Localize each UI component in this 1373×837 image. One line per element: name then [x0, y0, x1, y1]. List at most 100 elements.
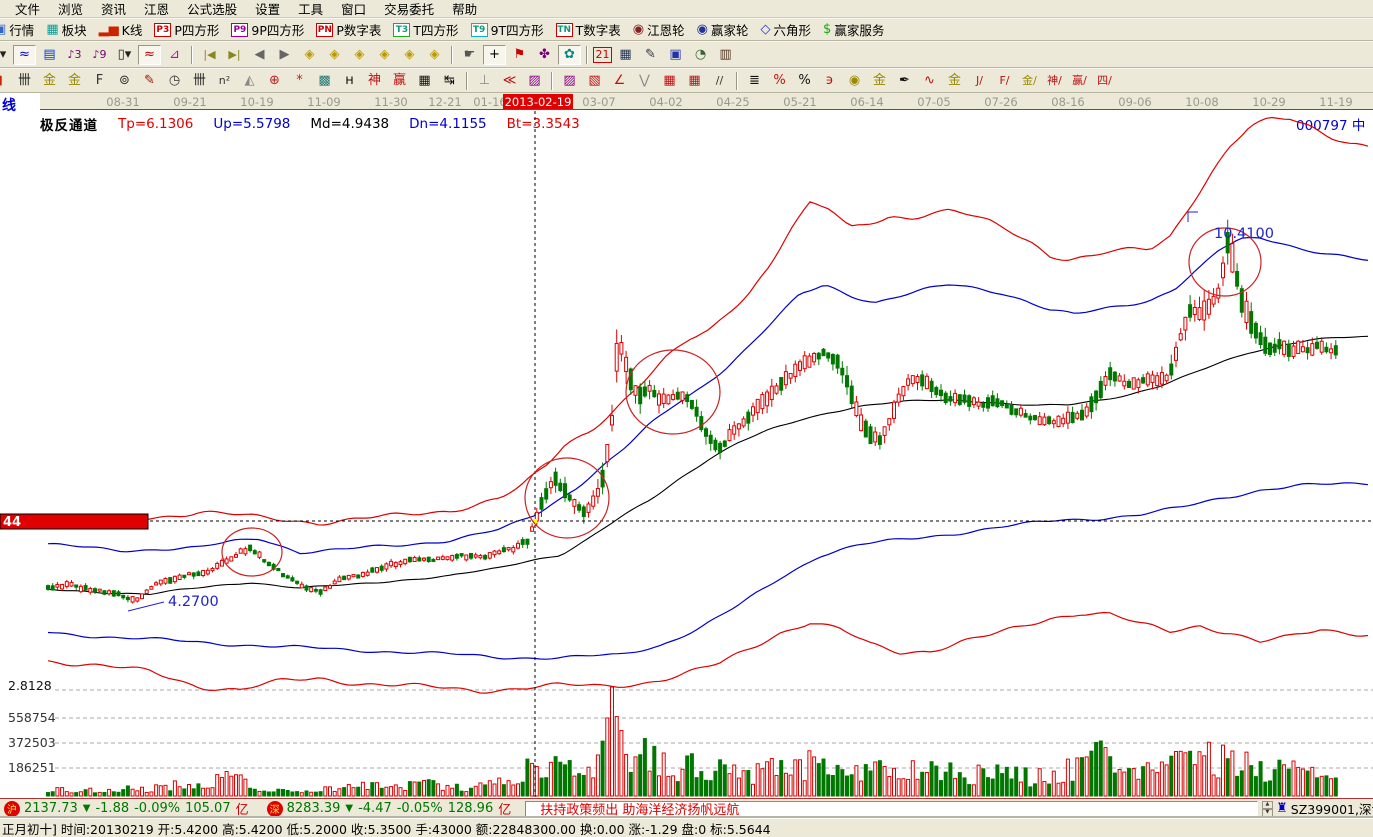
gann-seal-icon[interactable]: ✤: [533, 45, 556, 65]
gann-zigzag-icon[interactable]: ≈: [138, 45, 161, 65]
menu-item-浏览[interactable]: 浏览: [49, 0, 92, 18]
last-page-icon[interactable]: ▶|: [223, 45, 246, 65]
chart-style-dropdown-icon[interactable]: ▮▾: [0, 45, 11, 65]
toolbutton-hexagon[interactable]: ◇六角形: [755, 20, 818, 39]
save-disk-icon[interactable]: ▣: [664, 45, 687, 65]
menu-item-窗口[interactable]: 窗口: [332, 0, 375, 18]
diamond-right-icon[interactable]: ◈: [323, 45, 346, 65]
ying-gauge-icon[interactable]: 赢: [388, 71, 411, 91]
toolbutton-p-table[interactable]: PNP数字表: [310, 20, 387, 39]
first-page-icon[interactable]: |◀: [198, 45, 221, 65]
hand-drag-icon[interactable]: ☛: [458, 45, 481, 65]
diamond-center-icon[interactable]: ◈: [373, 45, 396, 65]
angle-rays-icon[interactable]: ∠: [608, 71, 631, 91]
percent-icon[interactable]: %: [793, 71, 816, 91]
percent-strike-icon[interactable]: %: [768, 71, 791, 91]
toolbutton-p-square[interactable]: P3P四方形: [148, 20, 225, 39]
wave-box-icon[interactable]: ∿: [918, 71, 941, 91]
spiral-tool-icon[interactable]: ⊚: [113, 71, 136, 91]
cycle-gauge-icon[interactable]: ◷: [163, 71, 186, 91]
trend-zigzag-icon[interactable]: ≈: [13, 45, 36, 65]
matrix-calc-icon[interactable]: ▦: [614, 45, 637, 65]
web-box-icon[interactable]: ▩: [313, 71, 336, 91]
next-page-icon[interactable]: ▶: [273, 45, 296, 65]
marker-pen-icon[interactable]: ✎: [138, 71, 161, 91]
shen-gauge-icon[interactable]: 神: [363, 71, 386, 91]
percent-bar-icon[interactable]: ϶: [818, 71, 841, 91]
width-marker-icon[interactable]: ↹: [438, 71, 461, 91]
gold-level-icon[interactable]: 金: [868, 71, 891, 91]
circle-cross-icon[interactable]: ⊕: [263, 71, 286, 91]
ink-marker-icon[interactable]: ✒: [893, 71, 916, 91]
menu-item-交易委托[interactable]: 交易委托: [375, 0, 443, 18]
ray-fan-icon[interactable]: ≪: [498, 71, 521, 91]
v-dots-icon[interactable]: ⋁: [633, 71, 656, 91]
shenzhen-index-quote[interactable]: 8283.39 ▼ -4.47 -0.05% 128.96亿: [287, 799, 512, 818]
gold-gauge-1-icon[interactable]: 金: [38, 71, 61, 91]
angle-sail-icon[interactable]: ◭: [238, 71, 261, 91]
gold-angle-icon[interactable]: 金/: [1018, 71, 1041, 91]
si-angle-icon[interactable]: 四/: [1093, 71, 1116, 91]
ray-box-1-icon[interactable]: ▨: [523, 71, 546, 91]
list-view-icon[interactable]: ▤: [38, 45, 61, 65]
mark-pin-icon[interactable]: ⚑: [508, 45, 531, 65]
diamond-expand-icon[interactable]: ◈: [348, 45, 371, 65]
toolbutton-p9-square[interactable]: P99P四方形: [225, 20, 310, 39]
gold-line-icon[interactable]: 金: [943, 71, 966, 91]
menu-item-工具[interactable]: 工具: [289, 0, 332, 18]
candlestick-chart[interactable]: 2.81285587543725031862514410.41004.2700: [0, 110, 1373, 797]
ray-box-2-icon[interactable]: ▨: [558, 71, 581, 91]
toolbutton-t-square[interactable]: T3T四方形: [387, 20, 464, 39]
bars-3-icon[interactable]: ♪3: [63, 45, 86, 65]
spin-down-button[interactable]: ▼: [1262, 809, 1273, 817]
toolbutton-kline[interactable]: ▂▅K线: [93, 20, 149, 39]
menu-item-文件[interactable]: 文件: [6, 0, 49, 18]
workstation-icon[interactable]: ▥: [714, 45, 737, 65]
menu-item-帮助[interactable]: 帮助: [443, 0, 486, 18]
net-chart-icon[interactable]: ◔: [689, 45, 712, 65]
prev-page-icon[interactable]: ◀: [248, 45, 271, 65]
toolbutton-t9-square[interactable]: T99T四方形: [465, 20, 550, 39]
toolbutton-quotes[interactable]: ▣行情: [0, 20, 40, 39]
menu-item-资讯[interactable]: 资讯: [92, 0, 135, 18]
brush-tool-icon[interactable]: ◖: [0, 71, 11, 91]
spin-up-button[interactable]: ▲: [1262, 801, 1273, 809]
comb-dense-icon[interactable]: 卌: [188, 71, 211, 91]
gold-circle-icon[interactable]: ◉: [843, 71, 866, 91]
notch-tool-icon[interactable]: ʜ: [338, 71, 361, 91]
red-grid-2-icon[interactable]: ▦: [683, 71, 706, 91]
diamond-star-icon[interactable]: ◈: [398, 45, 421, 65]
calendar-21-icon[interactable]: 21: [593, 47, 612, 63]
star-web-icon[interactable]: *: [288, 71, 311, 91]
candle-style-dropdown-icon[interactable]: ▯▾: [113, 45, 136, 65]
ruler-comb-icon[interactable]: 卌: [13, 71, 36, 91]
gold-gauge-2-icon[interactable]: 金: [63, 71, 86, 91]
f-angle-icon[interactable]: F/: [993, 71, 1016, 91]
shen-angle-icon[interactable]: 神/: [1043, 71, 1066, 91]
ray-box-3-icon[interactable]: ▧: [583, 71, 606, 91]
menu-item-江恩[interactable]: 江恩: [135, 0, 178, 18]
menu-item-设置[interactable]: 设置: [246, 0, 289, 18]
red-grid-1-icon[interactable]: ▦: [658, 71, 681, 91]
news-ticker[interactable]: 扶持政策频出 助海洋经济扬帆远航: [525, 801, 1257, 817]
bars-9-icon[interactable]: ♪9: [88, 45, 111, 65]
toolbutton-gann-wheel[interactable]: ◉江恩轮: [627, 20, 691, 39]
grid-ruler-icon[interactable]: ▦: [413, 71, 436, 91]
f-gauge-icon[interactable]: F: [88, 71, 111, 91]
wave-tool-icon[interactable]: ✿: [558, 45, 581, 65]
diamond-plus-icon[interactable]: ◈: [423, 45, 446, 65]
volume-profile-icon[interactable]: ⊿: [163, 45, 186, 65]
toolbutton-winner-service[interactable]: $赢家服务: [817, 20, 890, 39]
slash-lines-icon[interactable]: //: [708, 71, 731, 91]
notes-edit-icon[interactable]: ✎: [639, 45, 662, 65]
price-list-icon[interactable]: ≣: [743, 71, 766, 91]
n2-gauge-icon[interactable]: n²: [213, 71, 236, 91]
j-angle-icon[interactable]: J/: [968, 71, 991, 91]
crosshair-icon[interactable]: +: [483, 45, 506, 65]
toolbutton-blocks[interactable]: ▦板块: [40, 20, 92, 39]
shanghai-index-quote[interactable]: 2137.73 ▼ -1.88 -0.09% 105.07亿: [24, 799, 249, 818]
toolbutton-t-table[interactable]: TNT数字表: [550, 20, 627, 39]
menu-item-公式选股[interactable]: 公式选股: [178, 0, 246, 18]
ying-angle-icon[interactable]: 赢/: [1068, 71, 1091, 91]
toolbutton-winner-wheel[interactable]: ◉赢家轮: [691, 20, 755, 39]
